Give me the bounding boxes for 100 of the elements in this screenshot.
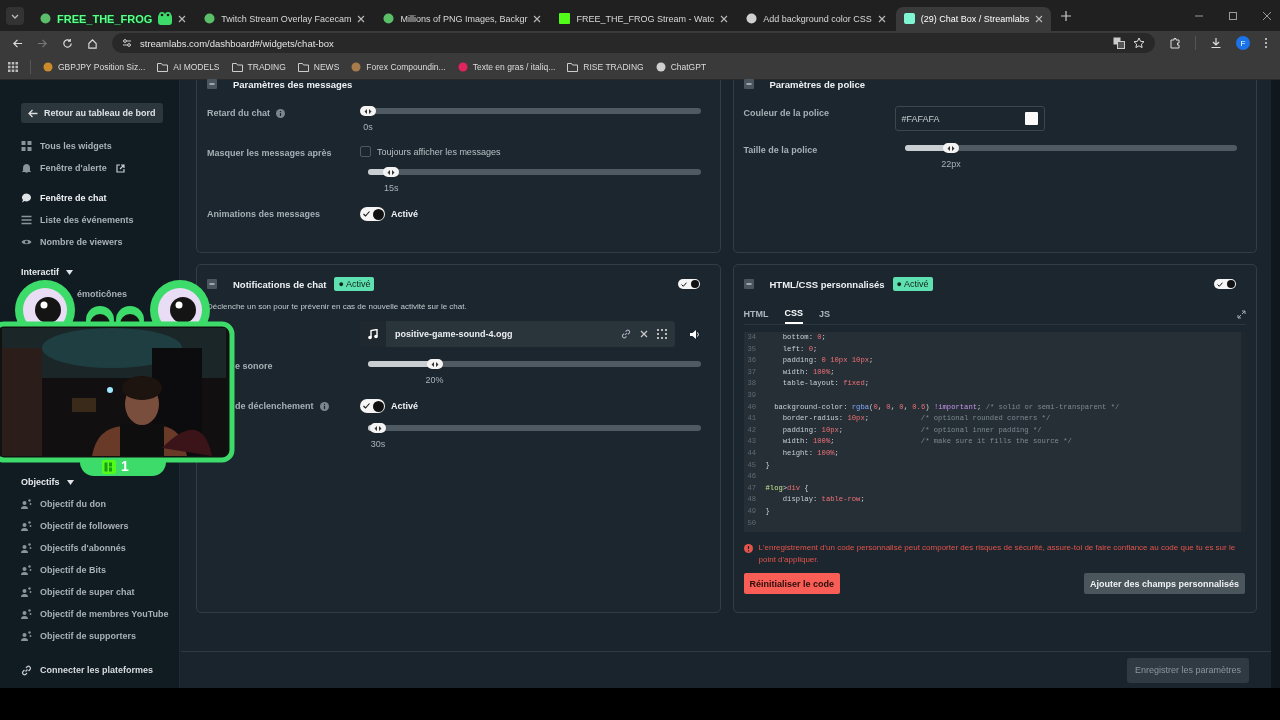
- toggle-switch[interactable]: [360, 399, 385, 413]
- address-field[interactable]: streamlabs.com/dashboard#/widgets/chat-box: [112, 33, 1155, 53]
- folder-icon: [231, 62, 243, 72]
- site-info-icon[interactable]: [122, 38, 132, 48]
- restore-icon[interactable]: [1228, 10, 1238, 21]
- section-header[interactable]: Objectifs: [21, 476, 74, 488]
- sidebar-item[interactable]: Objectif de followers: [21, 515, 169, 537]
- sidebar-item[interactable]: Connecter les plateformes: [21, 662, 169, 678]
- site-icon: [43, 62, 53, 72]
- reset-button[interactable]: Réinitialiser le code: [743, 573, 841, 594]
- editor-tab[interactable]: CSS: [784, 304, 803, 324]
- sidebar-item[interactable]: Nombre de viewers: [21, 231, 169, 253]
- browser-tab[interactable]: Millions of PNG Images, Backgr: [375, 6, 550, 31]
- sidebar-item[interactable]: Fenêtre de chat: [21, 187, 169, 209]
- sidebar-item[interactable]: Objectifs d'abonnés: [21, 537, 169, 559]
- music-note-icon: [368, 328, 378, 340]
- bookmark[interactable]: AI MODELS: [157, 62, 220, 72]
- apps-grid-icon[interactable]: [8, 62, 18, 72]
- caret-icon: [66, 479, 74, 485]
- info-icon[interactable]: [276, 108, 285, 118]
- speaker-icon[interactable]: [688, 328, 700, 340]
- home-icon[interactable]: [87, 37, 98, 49]
- close-icon[interactable]: [877, 14, 886, 23]
- color-swatch[interactable]: [1024, 112, 1038, 125]
- check-icon: [363, 403, 370, 409]
- close-icon[interactable]: [357, 14, 366, 23]
- back-button[interactable]: Retour au tableau de bord: [21, 103, 163, 123]
- info-icon[interactable]: [319, 401, 329, 411]
- color-field[interactable]: #FAFAFA: [894, 106, 1045, 131]
- sidebar-item[interactable]: Objectif de Bits: [21, 559, 169, 581]
- arrow-left-icon: [28, 108, 38, 118]
- download-icon[interactable]: [1210, 37, 1222, 49]
- link-icon[interactable]: [620, 329, 631, 339]
- toggle-switch[interactable]: [360, 207, 385, 221]
- browser-tab[interactable]: FREE_THE_FROG: [32, 6, 195, 31]
- link-icon: [21, 664, 32, 676]
- slider-thumb[interactable]: [369, 423, 386, 433]
- logo-icon: [102, 460, 116, 474]
- person-star-icon: [21, 631, 32, 641]
- checkbox[interactable]: [360, 146, 371, 157]
- favicon-icon: [746, 13, 758, 24]
- star-icon[interactable]: [1133, 37, 1145, 49]
- sidebar-item[interactable]: Objectif de supporters: [21, 625, 169, 647]
- card-title: Notifications de chat: [233, 278, 327, 290]
- more-icon[interactable]: [1264, 37, 1268, 49]
- browser-tab[interactable]: FREE_THE_FROG Stream - Watc: [551, 6, 737, 31]
- browser-tab[interactable]: Add background color CSS: [738, 6, 894, 31]
- scrollbar[interactable]: [1271, 80, 1280, 688]
- puzzle-icon[interactable]: [1169, 37, 1181, 49]
- reload-icon[interactable]: [62, 37, 73, 49]
- close-icon[interactable]: [178, 14, 187, 23]
- sound-file-field[interactable]: positive-game-sound-4.ogg: [360, 321, 675, 347]
- slider-thumb[interactable]: [360, 106, 376, 116]
- bookmark[interactable]: NEWS: [297, 62, 340, 72]
- sidebar-item[interactable]: Objectif de super chat: [21, 581, 169, 603]
- browser-tab[interactable]: Twitch Stream Overlay Facecam: [196, 6, 374, 31]
- plus-icon[interactable]: [1061, 10, 1072, 21]
- slider-thumb[interactable]: [943, 143, 960, 153]
- toggle-switch[interactable]: [1214, 279, 1236, 289]
- sidebar-item[interactable]: Liste des événements: [21, 209, 169, 231]
- bookmark[interactable]: RISE TRADING: [567, 62, 644, 72]
- sidebar-item[interactable]: émoticônes: [77, 288, 127, 301]
- close-icon[interactable]: [1262, 10, 1272, 21]
- tab-search-button[interactable]: [6, 6, 24, 25]
- translate-icon[interactable]: [1113, 37, 1125, 49]
- grid-icon[interactable]: [656, 329, 667, 339]
- close-icon[interactable]: [720, 14, 729, 23]
- bookmark[interactable]: ChatGPT: [655, 62, 707, 72]
- sidebar-item[interactable]: Objectif du don: [21, 493, 169, 515]
- close-icon[interactable]: [1035, 14, 1044, 23]
- editor-tab[interactable]: HTML: [743, 304, 769, 324]
- bookmark[interactable]: GBPJPY Position Siz...: [43, 62, 146, 72]
- forward-icon[interactable]: [37, 37, 48, 49]
- close-icon[interactable]: [533, 14, 542, 23]
- close-icon[interactable]: [639, 330, 648, 338]
- collapse-icon[interactable]: [743, 79, 754, 89]
- section-header[interactable]: Interactif: [21, 266, 73, 278]
- viewer-count: 1: [121, 458, 129, 474]
- person-star-icon: [21, 609, 32, 619]
- collapse-icon[interactable]: [743, 279, 754, 289]
- collapse-icon[interactable]: [207, 279, 217, 289]
- collapse-icon[interactable]: [207, 79, 217, 89]
- slider-thumb[interactable]: [383, 167, 400, 177]
- sidebar-item[interactable]: Tous les widgets: [21, 135, 169, 157]
- bookmark[interactable]: Forex Compoundin...: [351, 62, 446, 72]
- editor-tab[interactable]: JS: [819, 304, 831, 324]
- grid-icon: [21, 141, 32, 151]
- bookmark[interactable]: TRADING: [231, 62, 286, 72]
- browser-tab[interactable]: (29) Chat Box / Streamlabs: [895, 6, 1052, 31]
- person-star-icon: [21, 565, 32, 575]
- sidebar-item[interactable]: Objectif de membres YouTube: [21, 603, 169, 625]
- slider-thumb[interactable]: [426, 359, 443, 369]
- expand-icon[interactable]: [1237, 309, 1246, 319]
- add-fields-button[interactable]: Ajouter des champs personnalisés: [1083, 573, 1245, 594]
- site-icon: [655, 62, 666, 72]
- profile-avatar[interactable]: F: [1236, 36, 1250, 50]
- bookmark[interactable]: Texte en gras / italiq...: [457, 62, 556, 72]
- sidebar-item[interactable]: Fenêtre d'alerte: [21, 157, 169, 179]
- toggle-switch[interactable]: [677, 279, 700, 289]
- back-icon[interactable]: [12, 37, 23, 49]
